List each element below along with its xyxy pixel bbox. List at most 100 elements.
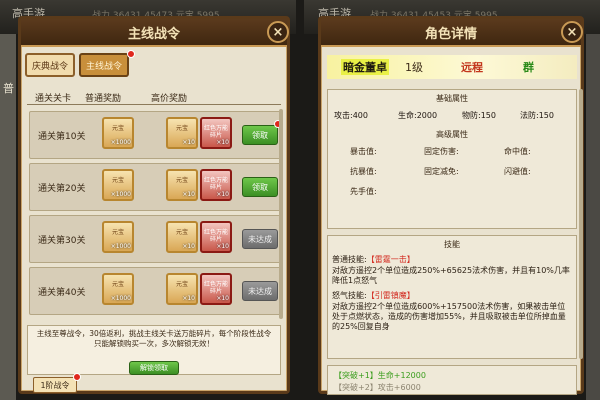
close-button[interactable]: ×	[267, 21, 289, 43]
detail-scrollbar[interactable]	[579, 89, 583, 359]
rage-skill-prefix: 怒气技能:	[332, 291, 367, 300]
row-stage-label: 通关第30关	[38, 236, 86, 246]
item-name: 元宝	[111, 177, 124, 184]
rage-skill-description: 对敌方遥控2个单位造成600%+157500法术伤害，如果被击单位处于点燃状态，…	[332, 302, 566, 331]
column-header-premium: 高价奖励	[151, 94, 188, 104]
battle-pass-panel: 主线战令 × 庆典战令 主线战令 通关关卡 普通奖励 高价奖励 通关第10关 元…	[18, 16, 290, 394]
premium-reward-item[interactable]: 元宝 ×10	[166, 117, 198, 149]
item-count: ×1000	[110, 243, 131, 250]
normal-reward-item[interactable]: 元宝 ×1000	[102, 117, 134, 149]
panel-title: 主线战令	[21, 19, 287, 47]
not-achieved-button[interactable]: 未达成	[242, 281, 278, 301]
item-count: ×10	[216, 243, 229, 250]
item-name: 红色万能碎片	[203, 177, 228, 191]
item-name: 红色万能碎片	[203, 229, 228, 243]
normal-skill-name: 【雷霆一击】	[366, 255, 415, 264]
close-icon: ×	[566, 24, 578, 40]
item-count: ×10	[182, 243, 195, 250]
claim-button[interactable]: 领取	[242, 177, 278, 197]
list-scrollbar[interactable]	[279, 109, 283, 319]
item-name: 元宝	[111, 229, 124, 236]
item-name: 元宝	[175, 125, 188, 132]
premium-reward-item[interactable]: 元宝 ×10	[166, 169, 198, 201]
item-count: ×10	[216, 139, 229, 146]
column-header-normal: 普通奖励	[85, 94, 122, 104]
badge-notification-dot	[73, 373, 81, 381]
column-headers: 通关关卡 普通奖励 高价奖励	[27, 91, 281, 105]
reward-row: 通关第10关 元宝 ×1000 元宝 ×10 红色万能碎片 ×10 领取	[29, 111, 282, 159]
item-name: 红色万能碎片	[203, 125, 228, 139]
attr-hit: 命中值:	[504, 147, 531, 156]
advanced-attributes-title: 高级属性	[436, 130, 468, 139]
hero-level: 1级	[405, 61, 423, 74]
row-stage-label: 通关第20关	[38, 184, 86, 194]
item-name: 元宝	[175, 229, 188, 236]
background-edge-right	[586, 34, 600, 400]
attr-magic-def: 法防:150	[520, 111, 554, 120]
item-name: 红色万能碎片	[203, 281, 228, 295]
attr-crit: 暴击值:	[350, 147, 377, 156]
hero-faction: 群	[523, 61, 534, 74]
column-header-stage: 通关关卡	[35, 94, 72, 104]
item-count: ×10	[216, 295, 229, 302]
row-stage-label: 通关第40关	[38, 288, 86, 298]
item-name: 元宝	[111, 125, 124, 132]
normal-skill-description: 对敌方遥控2个单位造成250%+65625法术伤害，并且有10%几率降低1点怒气	[332, 266, 570, 285]
close-icon: ×	[272, 24, 284, 40]
rage-skill-name: 【引雷镇魔】	[366, 291, 415, 300]
background-edge-text: 普	[3, 82, 14, 95]
normal-reward-item[interactable]: 元宝 ×1000	[102, 273, 134, 305]
rage-skill-heading: 怒气技能:【引雷镇魔】	[332, 290, 415, 301]
item-count: ×1000	[110, 191, 131, 198]
item-name: 元宝	[111, 281, 124, 288]
premium-reward-item[interactable]: 元宝 ×10	[166, 221, 198, 253]
premium-reward-item[interactable]: 红色万能碎片 ×10	[200, 117, 232, 149]
character-detail-panel: 角色详情 × 暗金董卓 1级 远程 群 基础属性 攻击:400 生命:2000 …	[318, 16, 584, 395]
hero-name: 暗金董卓	[341, 59, 389, 75]
claim-button[interactable]: 领取	[242, 125, 278, 145]
item-count: ×10	[182, 139, 195, 146]
breakthrough-item-inactive: 【突破+2】攻击+6000	[334, 383, 421, 392]
normal-skill-prefix: 普通技能:	[332, 255, 367, 264]
row-stage-label: 通关第10关	[38, 132, 86, 142]
normal-reward-item[interactable]: 元宝 ×1000	[102, 169, 134, 201]
attr-hp: 生命:2000	[398, 111, 438, 120]
attr-crit-resist: 抗暴值:	[350, 167, 377, 176]
attr-fixed-dmg: 固定伤害:	[424, 147, 459, 156]
attr-dodge: 闪避值:	[504, 167, 531, 176]
premium-reward-item[interactable]: 红色万能碎片 ×10	[200, 221, 232, 253]
item-count: ×1000	[110, 295, 131, 302]
breakthrough-item-active: 【突破+1】生命+12000	[334, 371, 426, 380]
normal-skill-heading: 普通技能:【雷霆一击】	[332, 254, 415, 265]
pass-tier-badge: 1阶战令	[33, 377, 77, 393]
item-count: ×10	[182, 191, 195, 198]
breakthrough-list: 【突破+1】生命+12000 【突破+2】攻击+6000	[327, 365, 577, 395]
hero-banner: 暗金董卓 1级 远程 群	[327, 55, 577, 79]
attr-phys-def: 物防:150	[462, 111, 496, 120]
unlock-claim-button[interactable]: 解锁领取	[129, 361, 179, 375]
close-button[interactable]: ×	[561, 21, 583, 43]
premium-reward-item[interactable]: 元宝 ×10	[166, 273, 198, 305]
background-edge-left: 普	[0, 34, 16, 400]
item-count: ×10	[182, 295, 195, 302]
panel-title: 角色详情	[321, 19, 581, 47]
reward-row: 通关第40关 元宝 ×1000 元宝 ×10 红色万能碎片 ×10 未达成	[29, 267, 281, 315]
attributes-section: 基础属性 攻击:400 生命:2000 物防:150 法防:150 高级属性 暴…	[327, 89, 577, 229]
attr-fixed-reduce: 固定减免:	[424, 167, 459, 176]
item-count: ×1000	[110, 139, 131, 146]
hero-class: 远程	[461, 61, 483, 74]
reward-row: 通关第20关 元宝 ×1000 元宝 ×10 红色万能碎片 ×10 领取	[29, 163, 281, 211]
premium-reward-item[interactable]: 红色万能碎片 ×10	[200, 169, 232, 201]
item-name: 元宝	[175, 281, 188, 288]
tab-bar: 庆典战令 主线战令	[25, 50, 135, 77]
normal-reward-item[interactable]: 元宝 ×1000	[102, 221, 134, 253]
item-name: 元宝	[175, 177, 188, 184]
basic-attributes-title: 基础属性	[436, 94, 468, 103]
premium-reward-item[interactable]: 红色万能碎片 ×10	[200, 273, 232, 305]
skills-title: 技能	[444, 240, 460, 249]
attr-attack: 攻击:400	[334, 111, 368, 120]
not-achieved-button[interactable]: 未达成	[242, 229, 278, 249]
tab-celebration-pass[interactable]: 庆典战令	[25, 53, 76, 77]
item-count: ×10	[216, 191, 229, 198]
tab-main-pass[interactable]: 主线战令	[79, 53, 130, 77]
